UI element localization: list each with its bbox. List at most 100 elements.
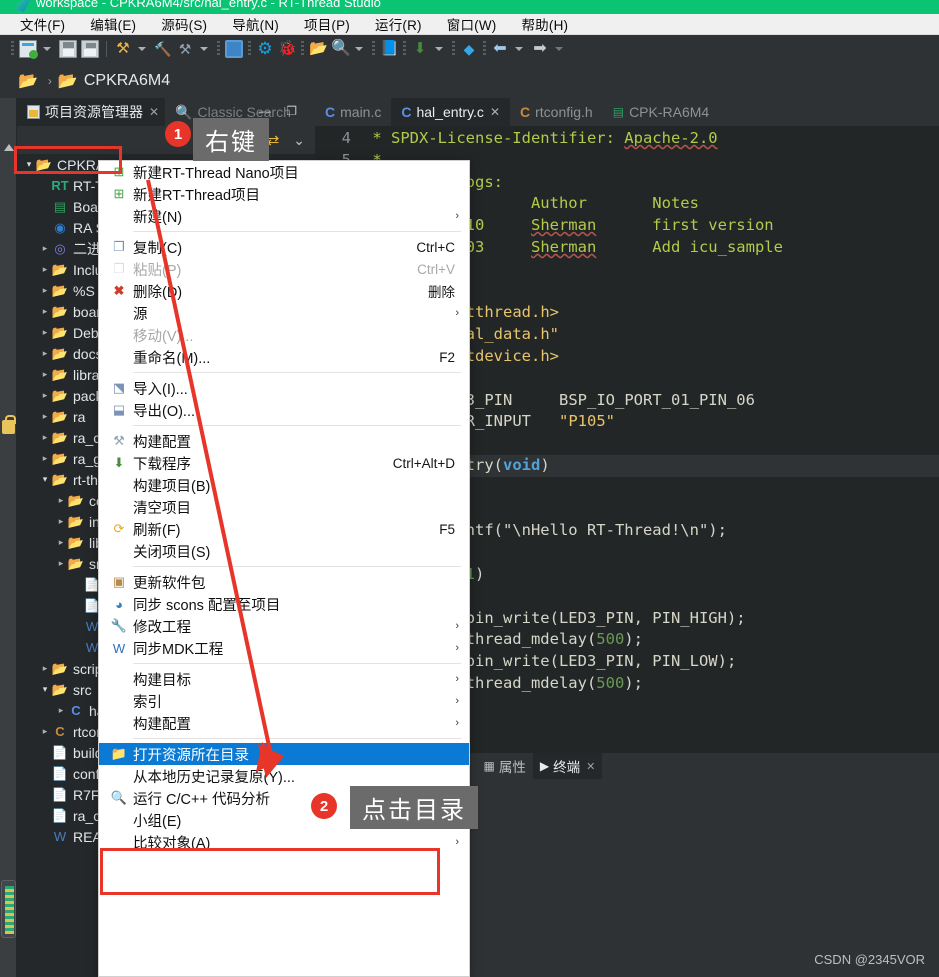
menu-run[interactable]: 运行(R) bbox=[375, 14, 422, 34]
chevron-right-icon[interactable]: ▸ bbox=[55, 537, 67, 548]
menu-item[interactable]: 📁打开资源所在目录 bbox=[99, 743, 469, 765]
menu-file[interactable]: 文件(F) bbox=[20, 14, 65, 34]
lock-icon[interactable] bbox=[2, 420, 15, 434]
editor-tab[interactable]: Cmain.c bbox=[315, 98, 391, 126]
save-all-icon[interactable] bbox=[81, 40, 99, 58]
menu-item[interactable]: 构建目标› bbox=[99, 668, 469, 690]
menu-item[interactable]: 重命名(M)...F2 bbox=[99, 346, 469, 368]
forward-icon[interactable]: ➡ bbox=[531, 40, 549, 58]
menu-item[interactable]: ❐复制(C)Ctrl+C bbox=[99, 236, 469, 258]
breadcrumb-project-name[interactable]: CPKRA6M4 bbox=[84, 72, 170, 90]
console-icon[interactable] bbox=[225, 40, 243, 58]
editor-tab[interactable]: Crtconfig.h bbox=[510, 98, 603, 126]
menu-item[interactable]: 关闭项目(S) bbox=[99, 540, 469, 562]
toolbar-drag-handle-8[interactable] bbox=[483, 41, 486, 57]
toolbar-drag-handle-3[interactable] bbox=[248, 41, 251, 57]
menu-item[interactable]: ⚒构建配置 bbox=[99, 430, 469, 452]
back-dropdown-caret[interactable] bbox=[515, 47, 523, 51]
menu-item[interactable]: 从本地历史记录复原(Y)... bbox=[99, 765, 469, 787]
chevron-right-icon[interactable]: ▸ bbox=[55, 495, 67, 506]
editor-tab[interactable]: ▤CPK-RA6M4 bbox=[603, 98, 719, 126]
menu-item[interactable]: 新建(N)› bbox=[99, 205, 469, 227]
view-menu-icon[interactable]: ⌄ bbox=[293, 132, 305, 149]
chevron-right-icon[interactable]: ▸ bbox=[39, 348, 51, 359]
chevron-right-icon[interactable]: ▸ bbox=[39, 432, 51, 443]
chevron-right-icon[interactable]: ▸ bbox=[55, 558, 67, 569]
menu-item[interactable]: ⊞新建RT-Thread Nano项目 bbox=[99, 161, 469, 183]
menu-item[interactable]: ⬇下载程序Ctrl+Alt+D bbox=[99, 452, 469, 474]
menu-help[interactable]: 帮助(H) bbox=[521, 14, 568, 34]
restore-view-icon[interactable] bbox=[4, 144, 14, 151]
terminal-minimized-view[interactable] bbox=[1, 880, 16, 938]
menu-item[interactable]: 索引› bbox=[99, 690, 469, 712]
run-folder-icon[interactable]: 📂 bbox=[309, 40, 327, 58]
hammer-icon[interactable]: 🔨 bbox=[154, 40, 172, 58]
chevron-right-icon[interactable]: ▸ bbox=[39, 306, 51, 317]
editor-tab[interactable]: Chal_entry.c✕ bbox=[391, 98, 510, 126]
menu-project[interactable]: 项目(P) bbox=[304, 14, 350, 34]
toolbar-drag-handle-6[interactable] bbox=[403, 41, 406, 57]
chevron-right-icon[interactable]: ▸ bbox=[39, 390, 51, 401]
chevron-right-icon[interactable]: ▸ bbox=[39, 411, 51, 422]
search-icon[interactable]: 🔍 bbox=[331, 40, 349, 58]
toolbar-drag-handle-5[interactable] bbox=[372, 41, 375, 57]
menu-item[interactable]: W同步MDK工程› bbox=[99, 637, 469, 659]
menu-item[interactable]: ✖删除(D)删除 bbox=[99, 280, 469, 302]
download-dropdown-caret[interactable] bbox=[435, 47, 443, 51]
tab-project-explorer[interactable]: 项目资源管理器 ✕ bbox=[17, 98, 165, 126]
chevron-right-icon[interactable]: ▸ bbox=[39, 663, 51, 674]
search-dropdown-caret[interactable] bbox=[355, 47, 363, 51]
tools-dropdown-caret[interactable] bbox=[200, 47, 208, 51]
menu-item[interactable]: 源› bbox=[99, 302, 469, 324]
new-file-dropdown-caret[interactable] bbox=[43, 47, 51, 51]
menu-navigate[interactable]: 导航(N) bbox=[232, 14, 279, 34]
close-icon[interactable]: ✕ bbox=[490, 105, 500, 119]
book-icon[interactable]: 📘 bbox=[380, 40, 398, 58]
chevron-right-icon[interactable]: ▸ bbox=[39, 264, 51, 275]
chevron-down-icon[interactable]: ▾ bbox=[39, 684, 51, 695]
menu-window[interactable]: 窗口(W) bbox=[447, 14, 497, 34]
forward-dropdown-caret[interactable] bbox=[555, 47, 563, 51]
toolbar-drag-handle-2[interactable] bbox=[217, 41, 220, 57]
debug-bug-icon[interactable]: 🐞 bbox=[278, 40, 296, 58]
chevron-right-icon[interactable]: ▸ bbox=[39, 285, 51, 296]
menu-item[interactable]: ▣更新软件包 bbox=[99, 571, 469, 593]
build-config-icon[interactable]: ⚒ bbox=[114, 40, 132, 58]
bottom-tab[interactable]: ▶终端✕ bbox=[533, 753, 602, 779]
close-icon[interactable]: ✕ bbox=[586, 760, 595, 773]
toolbar-drag-handle[interactable] bbox=[11, 41, 14, 57]
gear-icon[interactable]: ⚙ bbox=[256, 40, 274, 58]
chevron-down-icon[interactable]: ▾ bbox=[39, 474, 51, 485]
chevron-right-icon[interactable]: ▸ bbox=[39, 453, 51, 464]
chevron-right-icon[interactable]: ▸ bbox=[39, 243, 51, 254]
menu-item[interactable]: 构建项目(B) bbox=[99, 474, 469, 496]
menu-item[interactable]: ◕同步 scons 配置至项目 bbox=[99, 593, 469, 615]
chevron-right-icon[interactable]: ▸ bbox=[39, 726, 51, 737]
tools-icon[interactable]: ⚒ bbox=[176, 40, 194, 58]
build-config-dropdown-caret[interactable] bbox=[138, 47, 146, 51]
close-icon[interactable]: ✕ bbox=[149, 105, 159, 119]
new-file-icon[interactable] bbox=[19, 40, 37, 58]
menu-item[interactable]: 🔧修改工程› bbox=[99, 615, 469, 637]
download-icon[interactable]: ⬇ bbox=[411, 40, 429, 58]
toolbar-drag-handle-7[interactable] bbox=[452, 41, 455, 57]
chevron-right-icon[interactable]: ▸ bbox=[39, 369, 51, 380]
maximize-icon[interactable]: ❐ bbox=[286, 104, 297, 118]
menu-item[interactable]: ⟳刷新(F)F5 bbox=[99, 518, 469, 540]
back-icon[interactable]: ⬅ bbox=[491, 40, 509, 58]
save-icon[interactable] bbox=[59, 40, 77, 58]
bottom-tab[interactable]: ▦属性 bbox=[477, 753, 533, 779]
chevron-right-icon[interactable]: ▸ bbox=[55, 705, 67, 716]
debug-icon[interactable]: ◆ bbox=[460, 40, 478, 58]
folder-icon[interactable]: 📂 bbox=[18, 71, 38, 91]
toolbar-drag-handle-4[interactable] bbox=[301, 41, 304, 57]
menu-item[interactable]: 构建配置› bbox=[99, 712, 469, 734]
menu-item[interactable]: 清空项目 bbox=[99, 496, 469, 518]
menu-source[interactable]: 源码(S) bbox=[161, 14, 207, 34]
minimize-icon[interactable]: — bbox=[259, 104, 271, 118]
chevron-right-icon[interactable]: ▸ bbox=[55, 516, 67, 527]
menu-edit[interactable]: 编辑(E) bbox=[90, 14, 136, 34]
chevron-right-icon[interactable]: ▸ bbox=[39, 327, 51, 338]
project-icon[interactable]: 📂 bbox=[58, 71, 78, 91]
menu-item[interactable]: ⬔导入(I)... bbox=[99, 377, 469, 399]
